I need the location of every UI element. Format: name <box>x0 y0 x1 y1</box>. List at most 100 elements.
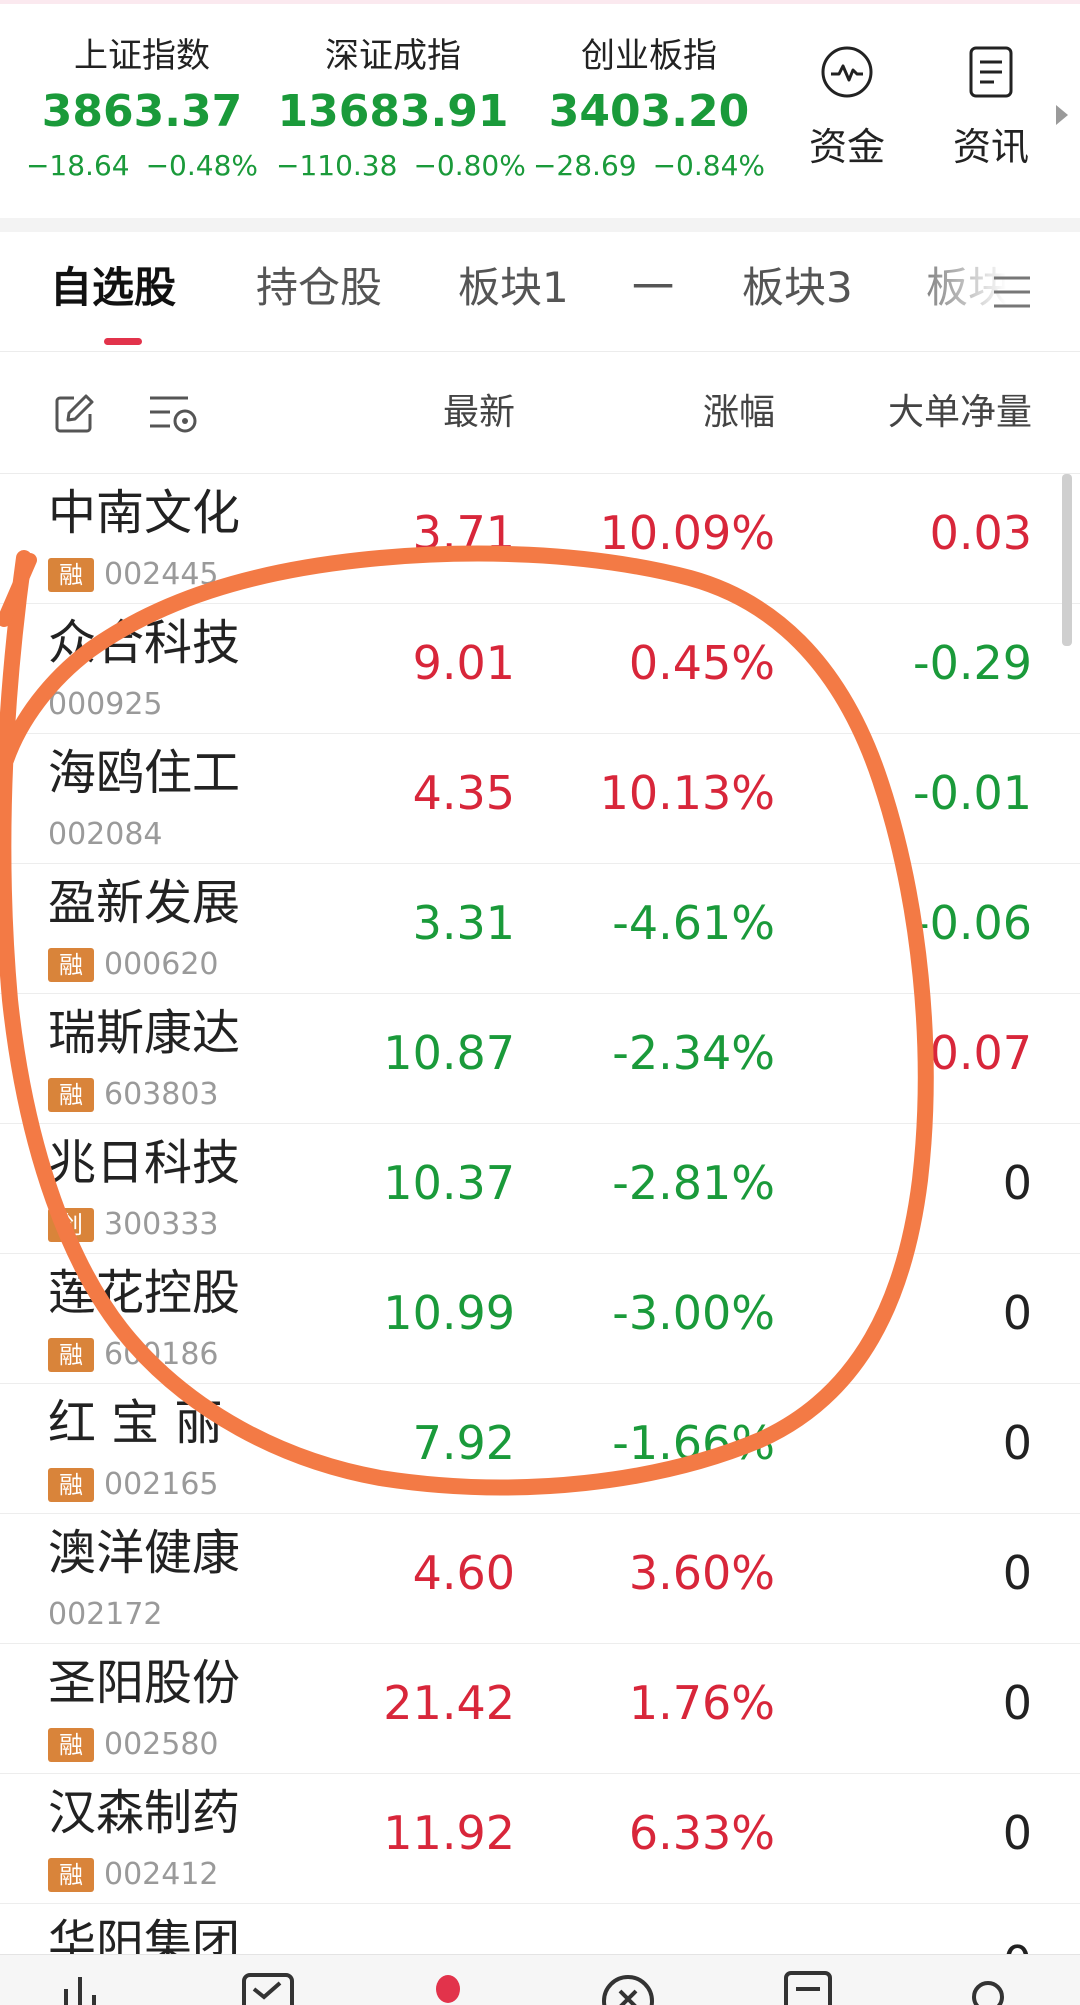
filter-settings-icon[interactable] <box>148 392 200 436</box>
stock-code: 600186 <box>104 1337 219 1372</box>
change-percent: 6.33% <box>628 1806 775 1860</box>
margin-badge: 融 <box>48 1338 94 1372</box>
capital-flow-button[interactable]: 资金 <box>792 44 902 172</box>
stock-name: 海鸥住工 <box>48 745 241 801</box>
section-divider <box>0 218 1080 232</box>
index-change: −18.64 −0.48% <box>25 149 259 182</box>
tab-fade <box>896 232 1080 351</box>
stock-row[interactable]: 兆日科技 创 300333 10.37 -2.81% 0 <box>0 1124 1080 1254</box>
stock-name: 红 宝 丽 <box>48 1395 223 1451</box>
stock-row[interactable]: 海鸥住工 002084 4.35 10.13% -0.01 <box>0 734 1080 864</box>
stock-row[interactable]: 圣阳股份 融 002580 21.42 1.76% 0 <box>0 1644 1080 1774</box>
price-value: 21.42 <box>383 1676 515 1730</box>
quick-link-label: 资讯 <box>952 125 1029 169</box>
change-percent: -2.81% <box>612 1156 775 1210</box>
change-percent: 10.09% <box>599 506 775 560</box>
margin-badge: 融 <box>48 1078 94 1112</box>
document-icon <box>969 46 1013 98</box>
stock-row[interactable]: 汉森制药 融 002412 11.92 6.33% 0 <box>0 1774 1080 1904</box>
column-header-change[interactable]: 涨幅 <box>540 388 775 438</box>
price-value: 3.31 <box>412 896 515 950</box>
trade-icon[interactable] <box>238 1967 298 2005</box>
news-tab-icon[interactable] <box>778 1967 838 2005</box>
chart-icon[interactable] <box>56 1967 116 2005</box>
index-card-shanghai[interactable]: 上证指数 3863.37 −18.64 −0.48% <box>22 30 262 190</box>
price-value: 9.01 <box>412 636 515 690</box>
stock-code: 002084 <box>48 817 163 852</box>
stock-row[interactable]: 澳洋健康 002172 4.60 3.60% 0 <box>0 1514 1080 1644</box>
stock-code: 300333 <box>104 1207 219 1242</box>
net-flow-value: 0 <box>1002 1546 1032 1600</box>
index-card-chinext[interactable]: 创业板指 3403.20 −28.69 −0.84% <box>530 30 768 190</box>
stock-code: 000925 <box>48 687 163 722</box>
stock-row[interactable]: 瑞斯康达 融 603803 10.87 -2.34% 0.07 <box>0 994 1080 1124</box>
stock-code: 002165 <box>104 1467 219 1502</box>
stock-name: 瑞斯康达 <box>48 1005 241 1061</box>
stock-row[interactable]: 中南文化 融 002445 3.71 10.09% 0.03 <box>0 474 1080 604</box>
price-value: 11.92 <box>383 1806 515 1860</box>
stock-name: 盈新发展 <box>48 875 241 931</box>
margin-badge: 融 <box>48 558 94 592</box>
price-value: 10.87 <box>383 1026 515 1080</box>
tab-holdings[interactable]: 持仓股 <box>256 260 382 316</box>
stock-list: 中南文化 融 002445 3.71 10.09% 0.03 众合科技 0009… <box>0 474 1080 1954</box>
stock-code: 000620 <box>104 947 219 982</box>
stock-code: 002412 <box>104 1857 219 1892</box>
index-value: 3403.20 <box>548 86 750 137</box>
stock-row[interactable]: 众合科技 000925 9.01 0.45% -0.29 <box>0 604 1080 734</box>
stock-name: 圣阳股份 <box>48 1655 241 1711</box>
change-percent: -3.00% <box>612 1286 775 1340</box>
account-icon[interactable] <box>958 1967 1018 2005</box>
change-percent: 1.76% <box>628 1676 775 1730</box>
active-tab-indicator <box>104 338 142 345</box>
edit-icon[interactable] <box>52 392 96 436</box>
stock-row[interactable]: 红 宝 丽 融 002165 7.92 -1.66% 0 <box>0 1384 1080 1514</box>
index-change: −28.69 −0.84% <box>532 149 766 182</box>
net-flow-value: 0.07 <box>929 1026 1032 1080</box>
net-flow-value: 0 <box>800 1932 1032 1954</box>
bottom-navigation <box>0 1954 1080 2005</box>
net-flow-value: 0 <box>1002 1156 1032 1210</box>
margin-badge: 融 <box>48 1728 94 1762</box>
tab-sector-3[interactable]: 板块3 <box>742 260 853 316</box>
stock-name: 莲花控股 <box>48 1265 241 1321</box>
menu-icon[interactable] <box>990 272 1034 312</box>
tab-watchlist[interactable]: 自选股 <box>50 260 176 316</box>
tab-sector-1[interactable]: 板块1 <box>458 260 569 316</box>
chevron-right-icon[interactable] <box>1052 100 1072 130</box>
net-flow-value: 0 <box>1002 1286 1032 1340</box>
change-percent: 3.60% <box>628 1546 775 1600</box>
news-button[interactable]: 资讯 <box>936 44 1046 172</box>
home-icon[interactable] <box>418 1967 478 2005</box>
stock-name: 众合科技 <box>48 615 241 671</box>
price-value: 4.60 <box>412 1546 515 1600</box>
price-value: 10.99 <box>383 1286 515 1340</box>
stock-row[interactable]: 华阳集团 0 <box>0 1904 1080 1954</box>
price-value: 10.37 <box>383 1156 515 1210</box>
stock-row[interactable]: 莲花控股 融 600186 10.99 -3.00% 0 <box>0 1254 1080 1384</box>
stock-name: 汉森制药 <box>48 1785 241 1841</box>
stock-name: 兆日科技 <box>48 1135 241 1191</box>
net-flow-value: 0.03 <box>929 506 1032 560</box>
index-name: 深证成指 <box>325 36 461 76</box>
watchlist-tabs: 自选股 持仓股 板块1 一 板块3 板块 <box>0 232 1080 352</box>
tab-sector-2[interactable]: 一 <box>632 260 674 316</box>
column-header-net-flow[interactable]: 大单净量 <box>800 388 1032 438</box>
scrollbar[interactable] <box>1062 474 1072 646</box>
pulse-icon <box>821 46 873 98</box>
quick-link-label: 资金 <box>808 125 885 169</box>
change-percent: 0.45% <box>628 636 775 690</box>
wealth-icon[interactable] <box>598 1967 658 2005</box>
change-percent: -2.34% <box>612 1026 775 1080</box>
net-flow-value: 0 <box>1002 1676 1032 1730</box>
change-percent: 10.13% <box>599 766 775 820</box>
index-bar: 上证指数 3863.37 −18.64 −0.48% 深证成指 13683.91 … <box>0 4 1080 218</box>
index-value: 13683.91 <box>277 86 509 137</box>
net-flow-value: -0.29 <box>912 636 1032 690</box>
index-card-shenzhen[interactable]: 深证成指 13683.91 −110.38 −0.80% <box>276 30 526 190</box>
column-header-latest[interactable]: 最新 <box>330 388 515 438</box>
stock-code: 603803 <box>104 1077 219 1112</box>
stock-row[interactable]: 盈新发展 融 000620 3.31 -4.61% -0.06 <box>0 864 1080 994</box>
change-percent: -4.61% <box>612 896 775 950</box>
index-change: −110.38 −0.80% <box>276 149 526 182</box>
